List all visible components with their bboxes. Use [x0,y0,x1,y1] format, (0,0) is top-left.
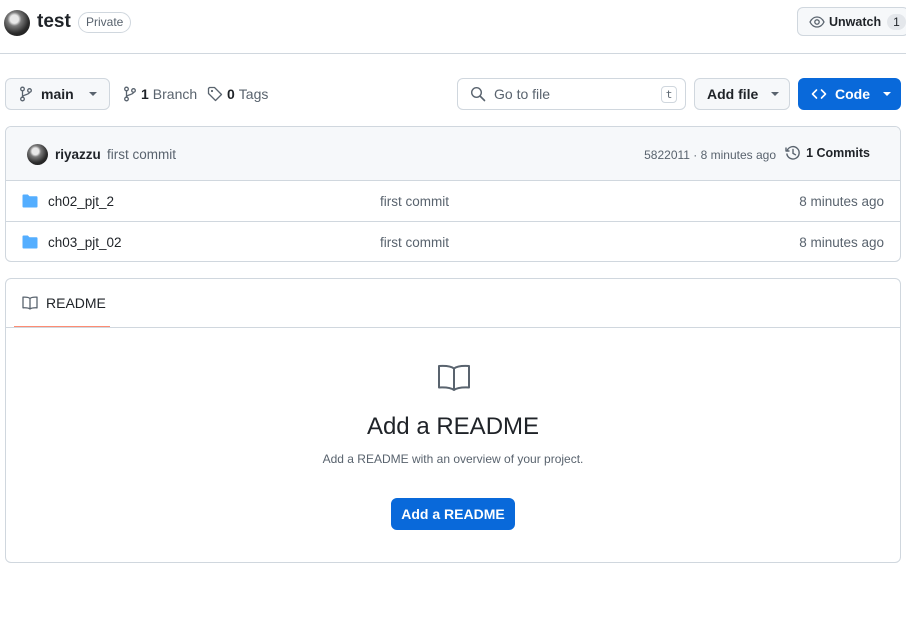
commit-hash-time[interactable]: 5822011 · 8 minutes ago [644,148,776,162]
caret-down-icon [771,92,780,96]
file-name[interactable]: ch03_pjt_02 [48,235,122,250]
latest-commit-row: riyazzu first commit 5822011 · 8 minutes… [6,127,900,181]
folder-icon [22,235,38,249]
unwatch-label: Unwatch [829,14,882,29]
file-commit-message[interactable]: first commit [380,194,449,209]
branch-selector-button[interactable]: main [5,78,110,110]
readme-subtext: Add a README with an overview of your pr… [322,452,584,466]
tags-link[interactable]: 0 Tags [207,86,268,102]
commits-history-link[interactable]: 1 Commits [785,145,870,161]
tab-readme[interactable]: README [14,279,110,328]
readme-divider [6,327,900,328]
add-file-button[interactable]: Add file [694,78,790,110]
readme-panel: README Add a README Add a README with an… [5,278,901,563]
commits-count-label: 1 Commits [806,146,870,160]
code-button[interactable]: Code [798,78,901,110]
code-label: Code [835,86,870,102]
git-branch-icon [20,86,32,102]
branches-count: 1 [141,86,149,102]
go-to-file-input[interactable]: Go to file t [457,78,686,110]
commit-author-avatar[interactable] [27,144,48,165]
shortcut-key-hint: t [661,86,677,103]
readme-heading: Add a README [366,413,540,440]
search-icon [470,86,486,102]
file-row[interactable]: ch02_pjt_2 first commit 8 minutes ago [6,181,900,222]
branches-label: Branch [152,86,198,102]
tag-icon [207,86,223,102]
visibility-badge: Private [78,12,132,33]
caret-down-icon [88,92,97,96]
repo-name[interactable]: test [37,11,71,33]
book-icon [22,295,38,310]
caret-down-icon [883,92,891,96]
folder-icon [22,194,38,208]
file-time: 8 minutes ago [799,194,884,209]
file-row[interactable]: ch03_pjt_02 first commit 8 minutes ago [6,222,900,261]
file-time: 8 minutes ago [799,235,884,250]
owner-avatar[interactable] [4,10,30,36]
add-file-label: Add file [707,86,759,102]
branches-link[interactable]: 1 Branch [123,86,197,102]
eye-icon [809,15,825,28]
code-icon [811,89,827,99]
commit-message[interactable]: first commit [107,147,176,162]
tags-count: 0 [227,86,235,102]
commit-author[interactable]: riyazzu [55,147,101,162]
branch-name: main [41,86,74,102]
file-listing: riyazzu first commit 5822011 · 8 minutes… [5,126,901,262]
readme-tab-label: README [46,294,106,311]
book-icon [438,364,470,391]
history-icon [785,145,800,160]
git-branch-icon [124,86,136,102]
watch-count: 1 [887,13,906,30]
unwatch-button[interactable]: Unwatch 1 [797,7,906,36]
repo-header: test Private Unwatch 1 [0,0,906,54]
go-to-file-placeholder: Go to file [494,86,551,102]
file-name[interactable]: ch02_pjt_2 [48,194,114,209]
tags-label: Tags [238,86,269,102]
file-commit-message[interactable]: first commit [380,235,449,250]
add-readme-button[interactable]: Add a README [391,498,515,530]
